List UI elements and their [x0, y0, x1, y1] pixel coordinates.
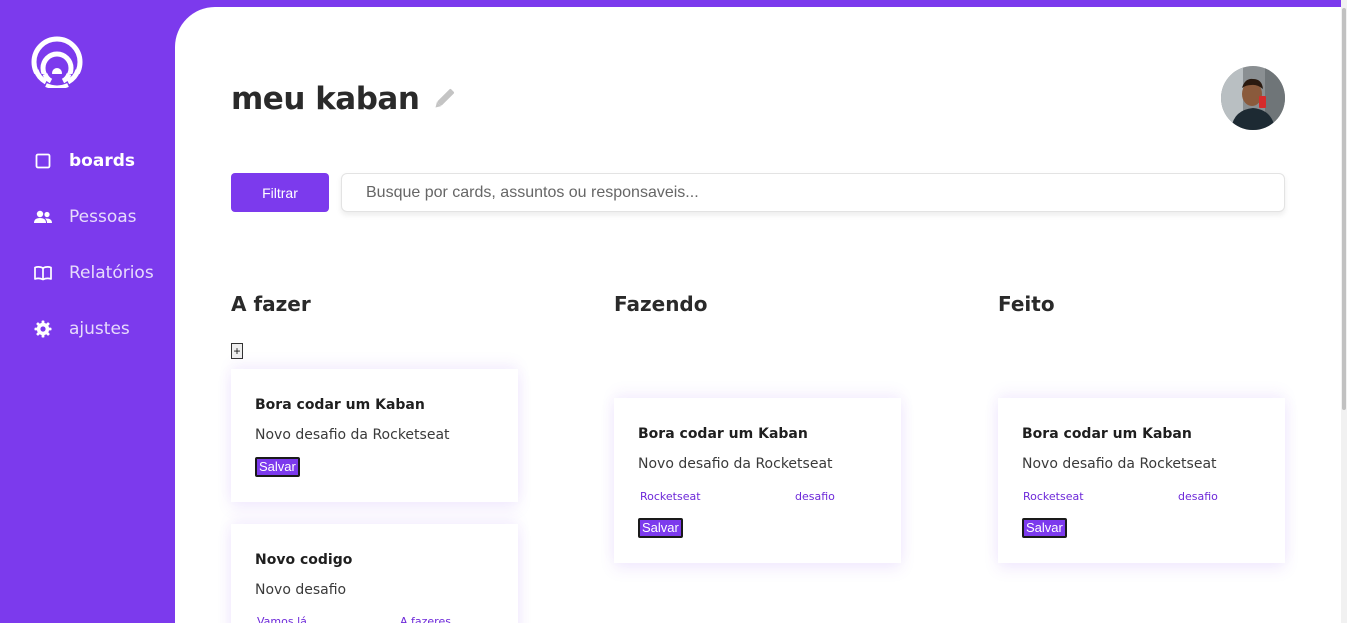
- main-content: meu kaban Filtrar A fazer Fazendo Feito …: [175, 7, 1341, 623]
- sidebar-item-ajustes[interactable]: ajustes: [33, 317, 130, 341]
- sidebar-item-boards[interactable]: boards: [33, 149, 135, 173]
- card-tag: Vamos lá: [257, 615, 307, 623]
- kanban-card[interactable]: Bora codar um Kaban Novo desafio da Rock…: [231, 369, 518, 502]
- sidebar: boards Pessoas Relatórios ajustes: [0, 0, 175, 623]
- card-tag: desafio: [1178, 490, 1218, 503]
- card-tag: desafio: [795, 490, 835, 503]
- card-title: Novo codigo: [255, 552, 353, 568]
- column-title-a-fazer: A fazer: [231, 292, 311, 316]
- scrollbar-thumb[interactable]: [1342, 8, 1346, 410]
- book-icon: [33, 263, 53, 283]
- sidebar-item-relatorios[interactable]: Relatórios: [33, 261, 154, 285]
- sidebar-item-label: Relatórios: [69, 263, 154, 283]
- sidebar-item-pessoas[interactable]: Pessoas: [33, 205, 137, 229]
- card-description: Novo desafio da Rocketseat: [638, 456, 833, 472]
- filter-button[interactable]: Filtrar: [231, 173, 329, 212]
- people-icon: [33, 207, 53, 227]
- page-title: meu kaban: [231, 81, 420, 117]
- pencil-icon[interactable]: [431, 86, 457, 112]
- card-tag: A fazeres: [400, 615, 451, 623]
- card-title: Bora codar um Kaban: [638, 426, 808, 442]
- gear-icon: [33, 319, 53, 339]
- app-logo[interactable]: [31, 30, 83, 90]
- avatar[interactable]: [1221, 66, 1285, 130]
- title-row: meu kaban: [231, 81, 457, 117]
- sidebar-item-label: Pessoas: [69, 207, 137, 227]
- search-input[interactable]: [341, 173, 1285, 212]
- kanban-card[interactable]: Bora codar um Kaban Novo desafio da Rock…: [614, 398, 901, 563]
- save-button[interactable]: Salvar: [255, 457, 300, 477]
- card-description: Novo desafio da Rocketseat: [255, 427, 450, 443]
- add-card-button[interactable]: +: [231, 343, 243, 359]
- card-tag: Rocketseat: [640, 490, 701, 503]
- card-title: Bora codar um Kaban: [1022, 426, 1192, 442]
- column-title-fazendo: Fazendo: [614, 292, 708, 316]
- card-title: Bora codar um Kaban: [255, 397, 425, 413]
- kanban-card[interactable]: Novo codigo Novo desafio Vamos lá A faze…: [231, 524, 518, 623]
- square-icon: [33, 151, 53, 171]
- card-description: Novo desafio: [255, 582, 347, 598]
- column-title-feito: Feito: [998, 292, 1055, 316]
- sidebar-item-label: ajustes: [69, 319, 130, 339]
- kanban-card[interactable]: Bora codar um Kaban Novo desafio da Rock…: [998, 398, 1285, 563]
- save-button[interactable]: Salvar: [638, 518, 683, 538]
- sidebar-item-label: boards: [69, 151, 135, 171]
- save-button[interactable]: Salvar: [1022, 518, 1067, 538]
- card-description: Novo desafio da Rocketseat: [1022, 456, 1217, 472]
- vertical-scrollbar[interactable]: [1341, 0, 1347, 623]
- card-tag: Rocketseat: [1023, 490, 1084, 503]
